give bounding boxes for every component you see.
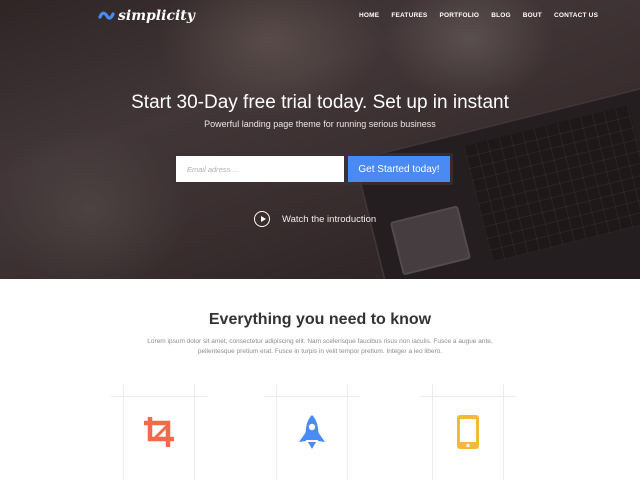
get-started-button[interactable]: Get Started today! — [348, 156, 450, 182]
main-nav: HOME FEATURES PORTFOLIO BLOG BOUT CONTAC… — [359, 12, 610, 19]
grid-line — [503, 384, 504, 480]
grid-line — [264, 396, 360, 397]
watch-intro-label: Watch the introduction — [282, 213, 377, 225]
play-circle-icon[interactable] — [254, 211, 270, 227]
s-swoosh-icon — [98, 11, 115, 20]
logo-text: simplicity — [118, 8, 195, 24]
signup-form: Get Started today! — [173, 153, 453, 185]
email-input[interactable] — [176, 156, 344, 182]
grid-line — [432, 384, 433, 480]
crop-icon — [144, 417, 174, 447]
rocket-icon — [299, 415, 325, 449]
features-title: Everything you need to know — [208, 311, 432, 328]
feature-card-crop — [111, 384, 207, 480]
mobile-phone-icon — [457, 415, 479, 449]
hero-title: Start 30-Day free trial today. Set up in… — [131, 92, 509, 113]
nav-item-about[interactable]: BOUT — [523, 12, 542, 19]
nav-item-contact[interactable]: CONTACT US — [554, 12, 598, 19]
nav-item-portfolio[interactable]: PORTFOLIO — [439, 12, 479, 19]
watch-intro-link[interactable]: Watch the introduction — [254, 211, 376, 227]
grid-line — [111, 396, 207, 397]
grid-line — [420, 396, 516, 397]
nav-item-features[interactable]: FEATURES — [391, 12, 427, 19]
nav-item-home[interactable]: HOME — [359, 12, 379, 19]
hero-subtitle: Powerful landing page theme for running … — [204, 119, 436, 129]
nav-item-blog[interactable]: BLOG — [491, 12, 511, 19]
feature-card-mobile — [420, 384, 516, 480]
logo[interactable]: simplicity — [98, 7, 195, 25]
grid-line — [347, 384, 348, 480]
hero-section: simplicity HOME FEATURES PORTFOLIO BLOG … — [0, 0, 640, 279]
grid-line — [276, 384, 277, 480]
features-description: Lorem ipsum dolor sit amet, consectetur … — [147, 338, 493, 355]
feature-card-rocket — [264, 384, 360, 480]
grid-line — [123, 384, 124, 480]
hero-overlay — [0, 0, 640, 279]
grid-line — [194, 384, 195, 480]
